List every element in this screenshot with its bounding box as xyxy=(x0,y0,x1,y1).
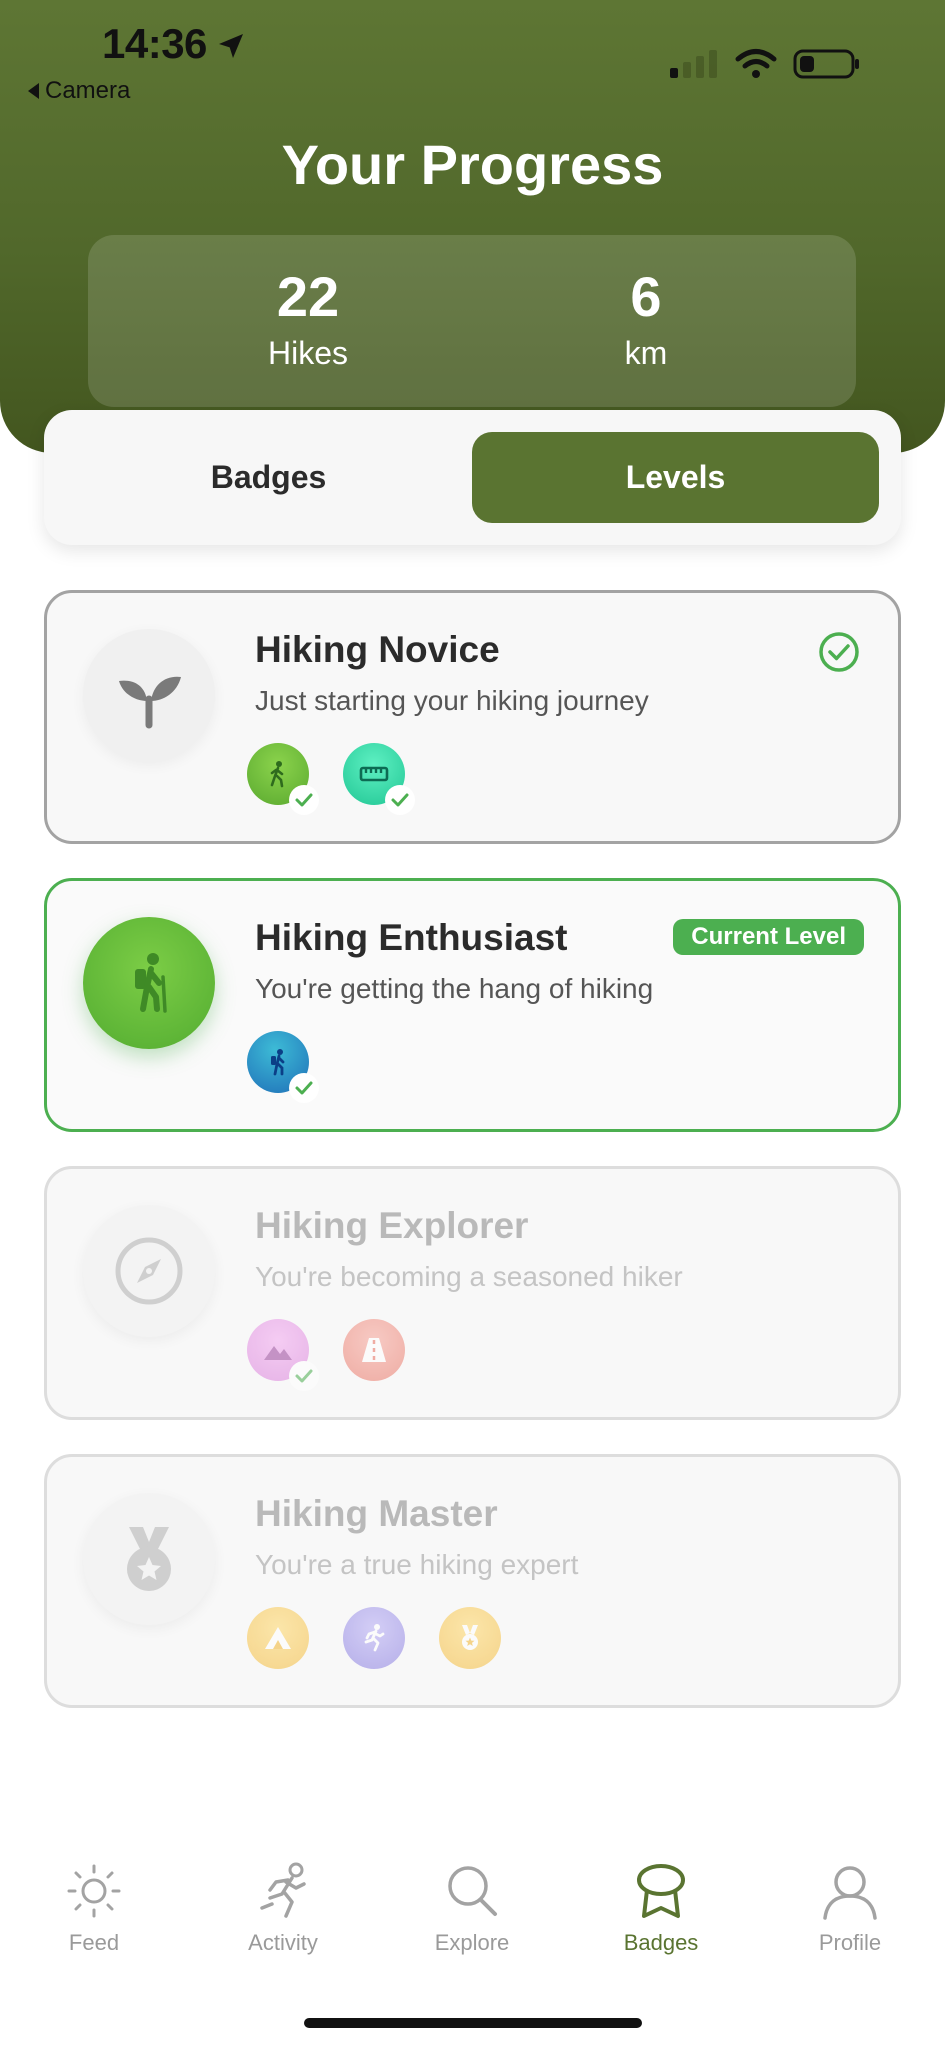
level-title: Hiking Novice xyxy=(255,629,500,670)
earned-check-icon xyxy=(289,785,319,815)
stat-value: 6 xyxy=(630,265,662,328)
badge-icon xyxy=(637,1864,685,1918)
segment-levels[interactable]: Levels xyxy=(472,432,879,523)
walking-icon xyxy=(270,761,284,788)
running-icon xyxy=(260,1862,306,1918)
segmented-control: Badges Levels xyxy=(44,410,901,545)
level-card-enthusiast[interactable]: Hiking Enthusiast You're getting the han… xyxy=(44,878,901,1132)
level-card-explorer[interactable]: Hiking Explorer You're becoming a season… xyxy=(44,1166,901,1420)
tab-label: Feed xyxy=(68,1930,120,1955)
person-icon xyxy=(823,1866,877,1920)
tab-label: Explore xyxy=(434,1930,510,1955)
medal-icon xyxy=(462,1625,478,1650)
level-card-master[interactable]: Hiking Master You're a true hiking exper… xyxy=(44,1454,901,1708)
sprout-icon xyxy=(119,676,181,729)
back-arrow-icon xyxy=(28,83,39,99)
tab-activity[interactable]: Activity xyxy=(203,1860,363,1956)
segment-badges[interactable]: Badges xyxy=(66,432,471,523)
level-description: Just starting your hiking journey xyxy=(255,685,649,716)
earned-check-icon xyxy=(385,785,415,815)
tab-profile[interactable]: Profile xyxy=(770,1860,930,1956)
mountains-badge[interactable] xyxy=(247,1319,319,1391)
summit-badge[interactable] xyxy=(247,1607,309,1669)
hiker-icon xyxy=(135,953,167,1013)
signal-icon xyxy=(670,50,717,78)
tab-label: Activity xyxy=(248,1930,318,1955)
current-level-badge: Current Level xyxy=(673,919,864,955)
wifi-icon xyxy=(735,49,777,78)
hiker-icon xyxy=(271,1049,285,1076)
level-badges xyxy=(247,1319,405,1391)
level-badges xyxy=(247,1031,319,1103)
hiker-badge[interactable] xyxy=(247,1031,319,1103)
earned-check-icon xyxy=(289,1073,319,1103)
earned-check-icon xyxy=(289,1361,319,1391)
tab-feed[interactable]: Feed xyxy=(14,1860,174,1956)
tab-badges[interactable]: Badges xyxy=(581,1860,741,1956)
level-title: Hiking Explorer xyxy=(255,1205,529,1246)
tab-label: Badges xyxy=(623,1930,699,1955)
tab-label: Profile xyxy=(818,1930,882,1955)
level-title: Hiking Enthusiast xyxy=(255,917,568,958)
level-description: You're becoming a seasoned hiker xyxy=(255,1261,683,1292)
running-icon xyxy=(364,1624,385,1652)
distance-badge[interactable] xyxy=(343,743,415,815)
stat-label: km xyxy=(624,335,668,371)
level-title: Hiking Master xyxy=(255,1493,498,1534)
status-time: 14:36 xyxy=(102,20,207,67)
level-description: You're getting the hang of hiking xyxy=(255,973,654,1004)
stat-value: 22 xyxy=(276,265,340,328)
level-badges xyxy=(247,1607,501,1673)
gold-medal-badge[interactable] xyxy=(439,1607,501,1669)
sun-icon xyxy=(67,1864,121,1918)
battery-icon xyxy=(793,49,859,79)
level-icon xyxy=(83,917,215,1049)
page-title: Your Progress xyxy=(281,133,664,196)
stats-summary: 22 Hikes 6 km xyxy=(88,235,856,407)
walking-badge[interactable] xyxy=(247,743,319,815)
level-badges xyxy=(247,743,415,815)
level-description: You're a true hiking expert xyxy=(255,1549,579,1580)
level-card-novice[interactable]: Hiking Novice Just starting your hiking … xyxy=(44,590,901,844)
level-icon xyxy=(83,629,215,761)
stat-hikes: 22 Hikes xyxy=(158,269,458,372)
mountains-icon xyxy=(264,1346,292,1360)
stat-distance: 6 km xyxy=(496,269,796,372)
back-to-camera[interactable]: Camera xyxy=(28,77,130,105)
tab-explore[interactable]: Explore xyxy=(392,1860,552,1956)
completed-check-icon xyxy=(819,632,859,672)
header: 14:36 Camera Your Progress 22 Hikes 6 km xyxy=(0,0,945,453)
back-label: Camera xyxy=(45,77,131,104)
search-icon xyxy=(448,1866,497,1916)
level-icon xyxy=(83,1493,215,1625)
home-indicator[interactable] xyxy=(304,2018,642,2028)
level-icon xyxy=(83,1205,215,1337)
location-arrow-icon xyxy=(219,34,243,58)
road-icon xyxy=(362,1338,386,1362)
summit-icon xyxy=(265,1627,291,1649)
tab-bar: Feed Activity Explore Badges Profile xyxy=(0,1860,945,1980)
road-badge[interactable] xyxy=(343,1319,405,1381)
medal-icon xyxy=(127,1527,171,1591)
runner-badge[interactable] xyxy=(343,1607,405,1669)
compass-icon xyxy=(115,1237,183,1305)
stat-label: Hikes xyxy=(267,335,348,371)
ruler-icon xyxy=(359,766,389,782)
